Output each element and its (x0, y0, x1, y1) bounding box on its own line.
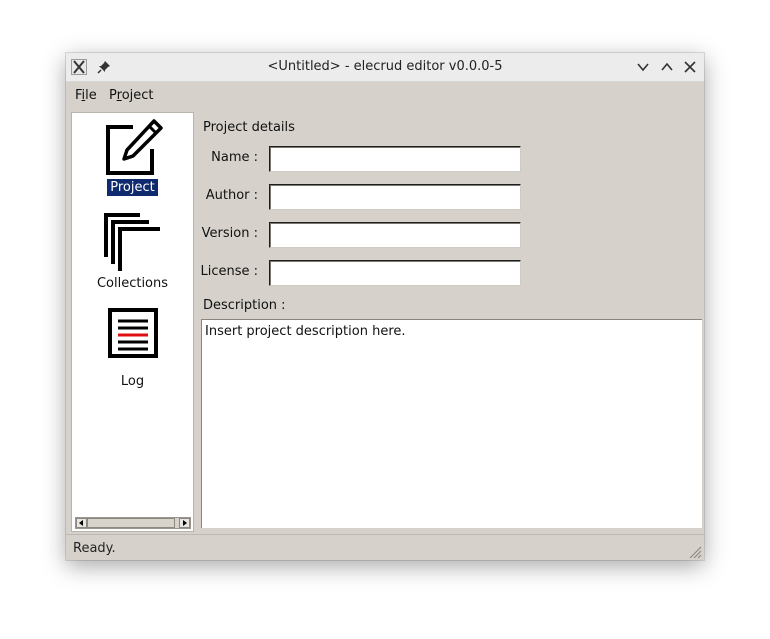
status-text: Ready. (73, 541, 116, 556)
status-bar: Ready. (66, 534, 704, 561)
menu-project-mnemonic: r (116, 88, 122, 103)
description-textarea[interactable]: Insert project description here. (201, 319, 702, 528)
sidebar-item-label: Log (120, 374, 145, 389)
license-label: License : (200, 264, 258, 279)
sidebar-item-label: Collections (96, 276, 169, 291)
pencil-edit-icon (105, 119, 163, 175)
sidebar-item-collections[interactable]: Collections (72, 213, 193, 292)
name-label: Name : (211, 150, 258, 165)
menu-file[interactable]: File (75, 88, 97, 103)
resize-grip-icon[interactable] (686, 543, 702, 559)
version-label: Version : (201, 226, 258, 241)
sidebar-item-log[interactable]: Log (72, 307, 193, 390)
close-icon[interactable] (681, 58, 699, 76)
menu-bar: File Project (66, 82, 704, 108)
section-title: Project details (203, 120, 295, 135)
arrow-right-icon (183, 520, 187, 526)
window-title: <Untitled> - elecrud editor v0.0.0-5 (267, 59, 503, 74)
version-field[interactable] (269, 222, 521, 248)
scroll-thumb[interactable] (87, 518, 175, 528)
stacked-pages-icon (103, 213, 160, 271)
menu-file-mnemonic: i (81, 88, 86, 103)
sidebar-nav: Project Collections Log (71, 112, 194, 532)
log-document-icon (107, 308, 158, 358)
author-label: Author : (205, 188, 258, 203)
title-bar[interactable]: <Untitled> - elecrud editor v0.0.0-5 (66, 53, 704, 82)
menu-project[interactable]: Project (109, 88, 154, 103)
author-field[interactable] (269, 184, 521, 210)
description-label: Description : (203, 298, 286, 313)
sidebar-hscrollbar[interactable] (75, 517, 191, 529)
x-app-icon (71, 59, 87, 75)
name-field[interactable] (269, 146, 521, 172)
app-window: <Untitled> - elecrud editor v0.0.0-5 Fil… (66, 53, 704, 560)
license-field[interactable] (269, 260, 521, 286)
scroll-left-button[interactable] (76, 518, 87, 528)
minimize-chevron-down-icon[interactable] (634, 58, 652, 76)
pin-icon[interactable] (96, 59, 112, 75)
maximize-chevron-up-icon[interactable] (658, 58, 676, 76)
sidebar-item-label: Project (107, 179, 158, 196)
arrow-left-icon (79, 520, 83, 526)
scroll-right-button[interactable] (179, 518, 190, 528)
sidebar-item-project[interactable]: Project (72, 119, 193, 196)
